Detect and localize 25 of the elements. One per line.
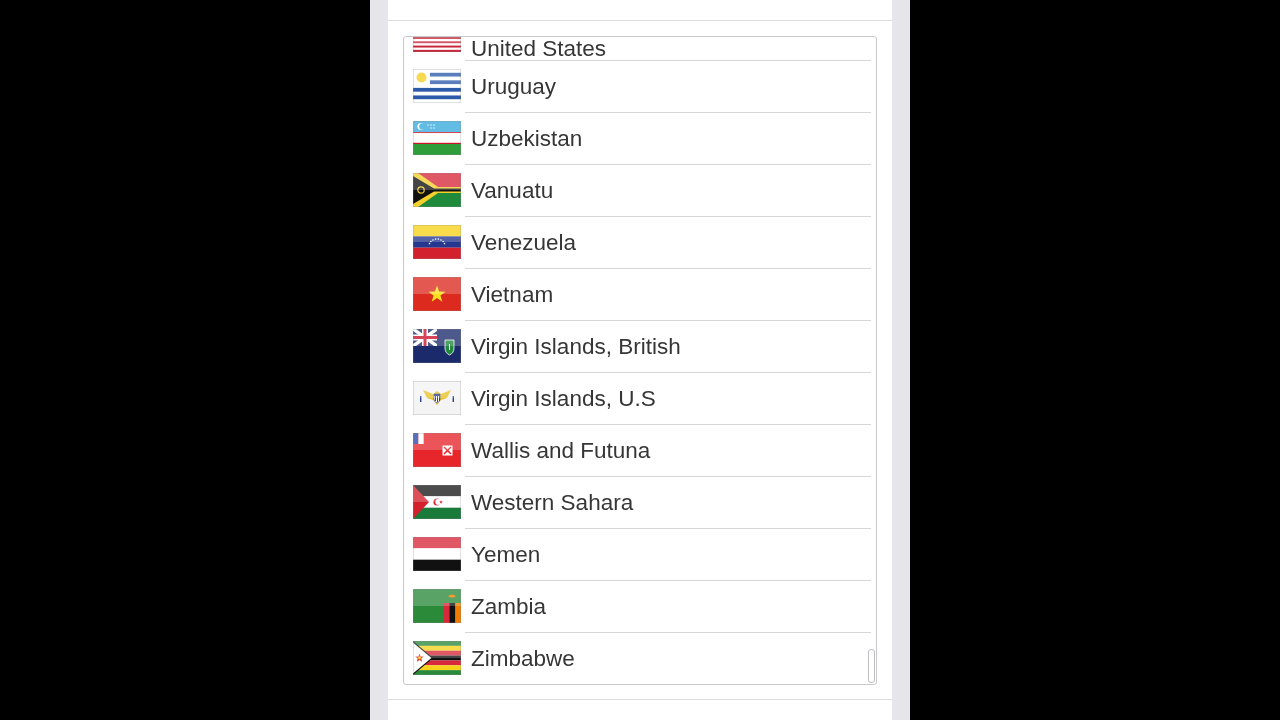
flag-icon bbox=[413, 225, 461, 259]
country-item[interactable]: Uzbekistan bbox=[404, 112, 876, 164]
country-item[interactable]: Yemen bbox=[404, 528, 876, 580]
country-item[interactable]: United States bbox=[404, 37, 876, 60]
flag-icon bbox=[413, 537, 461, 571]
flag-icon bbox=[413, 433, 461, 467]
country-item[interactable]: Vanuatu bbox=[404, 164, 876, 216]
country-item[interactable]: Uruguay bbox=[404, 60, 876, 112]
flag-icon bbox=[413, 381, 461, 415]
country-item[interactable]: Venezuela bbox=[404, 216, 876, 268]
flag-icon bbox=[413, 589, 461, 623]
country-item[interactable]: Vietnam bbox=[404, 268, 876, 320]
country-item[interactable]: Virgin Islands, British bbox=[404, 320, 876, 372]
country-item[interactable]: Wallis and Futuna bbox=[404, 424, 876, 476]
country-item[interactable]: Zimbabwe bbox=[404, 632, 876, 684]
flag-icon bbox=[413, 329, 461, 363]
country-item[interactable]: Western Sahara bbox=[404, 476, 876, 528]
country-item[interactable]: Virgin Islands, U.S bbox=[404, 372, 876, 424]
flag-icon bbox=[413, 277, 461, 311]
flag-icon bbox=[413, 173, 461, 207]
flag-icon bbox=[413, 641, 461, 675]
country-item[interactable]: Zambia bbox=[404, 580, 876, 632]
flag-icon bbox=[413, 121, 461, 155]
flag-icon bbox=[413, 485, 461, 519]
flag-icon bbox=[413, 69, 461, 103]
